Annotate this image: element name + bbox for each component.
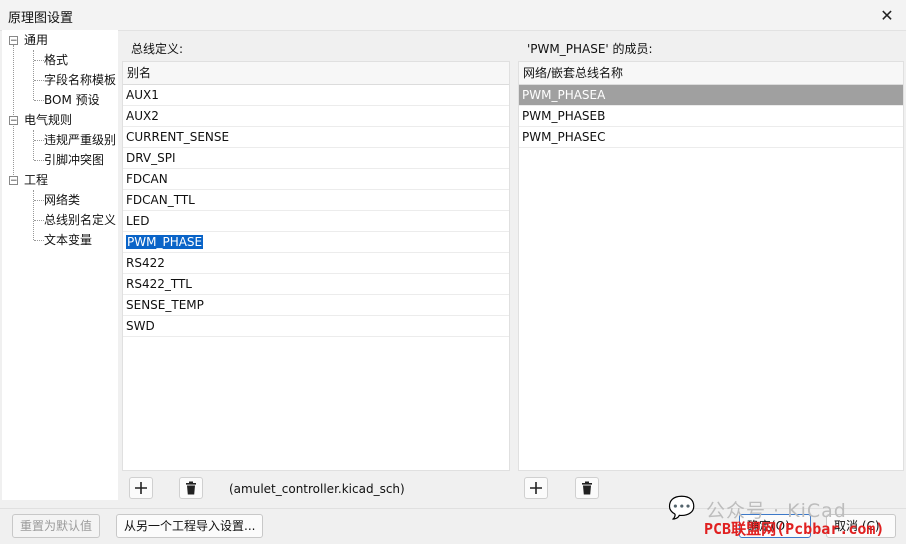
bus-alias-row[interactable]: SENSE_TEMP [123,295,509,316]
tree-item-pin-conflict-map[interactable]: 引脚冲突图 [44,150,104,170]
bus-alias-name: AUX1 [126,88,159,102]
tree-connector [34,100,44,101]
tree-item-bom-presets[interactable]: BOM 预设 [44,90,100,110]
tree-connector [34,160,44,161]
add-bus-button[interactable] [129,477,153,499]
plus-icon [135,482,147,494]
tree-connector [33,50,34,100]
settings-tree: − 通用 格式 字段名称模板 BOM 预设 − 电气规则 违规严重级别 引脚冲突… [2,30,118,500]
bus-alias-rows: AUX1 AUX2 CURRENT_SENSE DRV_SPI FDCAN FDCAN_T… [123,85,509,337]
bus-alias-name: SENSE_TEMP [126,298,204,312]
trash-icon [186,481,196,495]
reset-defaults-button[interactable]: 重置为默认值 [12,514,101,538]
bus-alias-grid: 别名 AUX1 AUX2 CURRENT_SENSE DRV_SPI FDCAN FDCA… [122,61,510,471]
add-member-button[interactable] [524,477,548,499]
tree-connector [33,130,34,160]
member-row[interactable]: PWM_PHASEA [519,85,903,106]
tree-connector [34,200,44,201]
title-bar: 原理图设置 ✕ [0,0,906,31]
tree-connector [34,60,44,61]
bus-alias-name: DRV_SPI [126,151,176,165]
bus-alias-row[interactable]: CURRENT_SENSE [123,127,509,148]
tree-connector [34,140,44,141]
bus-alias-name: RS422_TTL [126,277,192,291]
bus-alias-row[interactable]: RS422_TTL [123,274,509,295]
member-rows: PWM_PHASEA PWM_PHASEB PWM_PHASEC [519,85,903,148]
collapse-icon[interactable]: − [9,176,18,186]
tree-connector [34,240,44,241]
collapse-icon[interactable]: − [9,36,18,46]
member-name: PWM_PHASEB [522,109,606,123]
trash-icon [582,481,592,495]
close-button[interactable]: ✕ [874,3,900,27]
watermark-site: PCB联盟网(Pcbbar.com) [704,520,885,538]
tree-item-label: 工程 [24,173,49,187]
tree-item-label: 电气规则 [24,113,73,127]
members-label: 'PWM_PHASE' 的成员: [527,42,653,56]
bus-alias-row[interactable]: AUX2 [123,106,509,127]
tree-item-net-classes[interactable]: 网络类 [44,190,80,210]
tree-item-text-variables[interactable]: 文本变量 [44,230,92,250]
wechat-icon: 💬 [668,496,696,521]
bus-alias-name: RS422 [126,256,165,270]
close-icon: ✕ [880,5,894,25]
schematic-filename: (amulet_controller.kicad_sch) [229,482,405,496]
tree-item-label: 通用 [24,33,49,47]
members-grid: 网络/嵌套总线名称 PWM_PHASEA PWM_PHASEB PWM_PHASEC [518,61,904,471]
bus-alias-row[interactable]: PWM_PHASE [123,232,509,253]
bus-alias-row[interactable]: FDCAN [123,169,509,190]
tree-item-format[interactable]: 格式 [44,50,68,70]
bus-alias-name: LED [126,214,150,228]
bus-alias-row[interactable]: AUX1 [123,85,509,106]
alias-column-header: 别名 [123,62,509,85]
bus-alias-name: PWM_PHASE [126,235,204,249]
delete-member-button[interactable] [575,477,599,499]
bus-alias-name: FDCAN [126,172,168,186]
bus-alias-row[interactable]: LED [123,211,509,232]
collapse-icon[interactable]: − [9,116,18,126]
plus-icon [530,482,542,494]
bus-alias-name: SWD [126,319,155,333]
member-name: PWM_PHASEC [522,130,606,144]
bus-alias-name: AUX2 [126,109,159,123]
tree-connector [13,45,14,185]
bus-alias-row[interactable]: DRV_SPI [123,148,509,169]
bus-alias-row[interactable]: RS422 [123,253,509,274]
member-column-header: 网络/嵌套总线名称 [519,62,903,85]
tree-item-field-templates[interactable]: 字段名称模板 [44,70,116,90]
member-row[interactable]: PWM_PHASEB [519,106,903,127]
delete-bus-button[interactable] [179,477,203,499]
tree-connector [34,80,44,81]
member-name: PWM_PHASEA [522,88,606,102]
window-title: 原理图设置 [8,11,74,26]
member-row[interactable]: PWM_PHASEC [519,127,903,148]
tree-item-violation-severity[interactable]: 违规严重级别 [44,130,116,150]
bus-alias-row[interactable]: FDCAN_TTL [123,190,509,211]
tree-connector [33,190,34,240]
bus-definitions-label: 总线定义: [131,42,184,56]
tree-connector [34,220,44,221]
tree-item-bus-alias[interactable]: 总线别名定义 [44,210,116,230]
bus-alias-name: FDCAN_TTL [126,193,195,207]
bus-alias-name: CURRENT_SENSE [126,130,230,144]
import-settings-button[interactable]: 从另一个工程导入设置... [116,514,264,538]
bus-alias-row[interactable]: SWD [123,316,509,337]
